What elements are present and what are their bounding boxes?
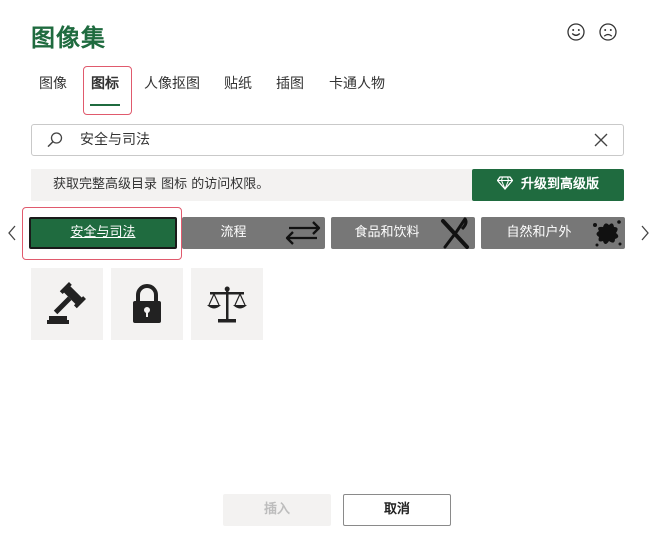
smiley-sad-icon[interactable]	[598, 22, 618, 42]
category-process[interactable]: 流程	[182, 217, 325, 249]
diamond-icon	[496, 176, 513, 190]
smiley-happy-icon[interactable]	[566, 22, 586, 42]
tab-label: 卡通人物	[329, 76, 385, 92]
tab-label: 插图	[276, 76, 304, 92]
category-label: 自然和户外	[506, 225, 572, 240]
tab-stickers[interactable]: 贴纸	[216, 66, 260, 114]
insert-button[interactable]: 插入	[223, 494, 331, 526]
result-tile-gavel[interactable]	[31, 268, 103, 340]
category-label: 流程	[220, 225, 247, 240]
category-label: 食品和饮料	[354, 225, 420, 240]
tab-illustrations[interactable]: 插图	[268, 66, 312, 114]
paint-splat-icon	[593, 220, 622, 247]
tab-highlight-box	[83, 66, 132, 115]
close-icon[interactable]	[593, 132, 609, 148]
search-icon	[47, 132, 63, 148]
fork-knife-icon	[441, 217, 469, 249]
scales-of-justice-icon	[207, 286, 247, 323]
upgrade-button[interactable]: 升级到高级版	[472, 169, 624, 201]
tab-cutout-people[interactable]: 人像抠图	[136, 66, 208, 114]
gavel-icon	[47, 282, 86, 324]
tab-images[interactable]: 图像	[30, 66, 76, 114]
search-input[interactable]: 安全与司法	[80, 125, 150, 155]
category-label: 安全与司法	[70, 225, 136, 240]
search-box[interactable]: 安全与司法	[31, 124, 624, 156]
premium-message: 获取完整高级目录 图标 的访问权限。	[53, 177, 270, 192]
upgrade-label: 升级到高级版	[520, 177, 599, 192]
result-tile-scales[interactable]	[191, 268, 263, 340]
swap-arrows-icon	[285, 221, 321, 245]
cancel-button[interactable]: 取消	[343, 494, 451, 526]
category-food-drink[interactable]: 食品和饮料	[331, 217, 475, 249]
tab-cartoon-people[interactable]: 卡通人物	[322, 66, 392, 114]
result-tile-padlock[interactable]	[111, 268, 183, 340]
tab-label: 图像	[39, 76, 67, 92]
dialog-title: 图像集	[31, 24, 106, 52]
chevron-right-icon[interactable]	[639, 224, 651, 242]
chevron-left-icon[interactable]	[6, 224, 18, 242]
tab-label: 人像抠图	[144, 76, 200, 92]
tab-label: 贴纸	[224, 76, 252, 92]
category-nature-outdoors[interactable]: 自然和户外	[481, 217, 625, 249]
padlock-icon	[133, 284, 161, 323]
